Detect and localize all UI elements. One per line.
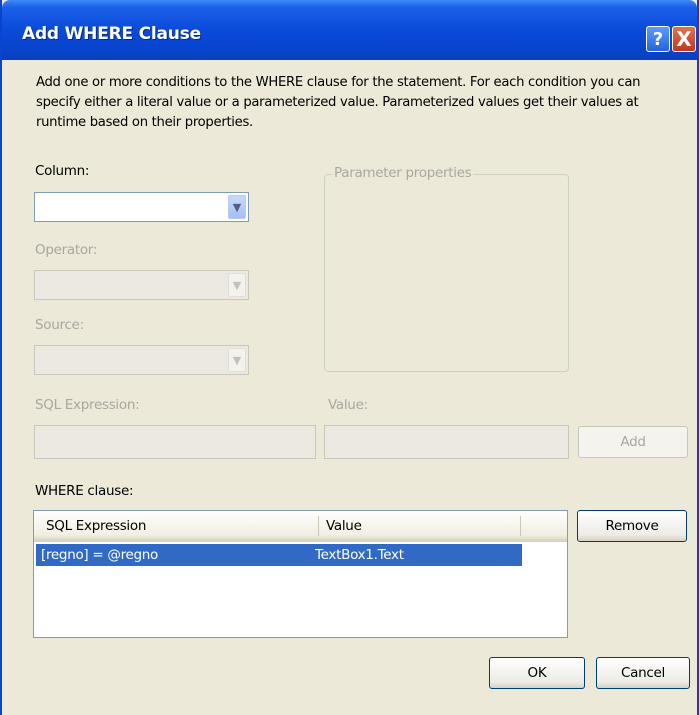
column-divider[interactable] <box>318 516 319 536</box>
close-icon[interactable]: X <box>672 26 696 52</box>
dialog-title: Add WHERE Clause <box>22 24 201 44</box>
parameter-properties-label: Parameter properties <box>332 165 474 181</box>
list-header: SQL Expression Value <box>34 511 567 542</box>
column-label: Column: <box>35 163 90 179</box>
column-dropdown[interactable]: ▼ <box>34 192 249 222</box>
operator-label: Operator: <box>35 242 98 258</box>
parameter-properties-group: Parameter properties <box>324 165 569 372</box>
chevron-down-icon[interactable]: ▼ <box>228 195 246 219</box>
ok-button[interactable]: OK <box>489 657 585 689</box>
column-header-sql-expression[interactable]: SQL Expression <box>46 511 146 541</box>
value-label: Value: <box>328 397 368 413</box>
row-sql-expression: [regno] = @regno <box>41 547 159 563</box>
column-header-value[interactable]: Value <box>326 511 362 541</box>
where-clause-list[interactable]: SQL Expression Value [regno] = @regno Te… <box>33 510 568 638</box>
add-where-clause-dialog: Add WHERE Clause ? X Add one or more con… <box>0 0 699 715</box>
row-value: TextBox1.Text <box>315 547 404 563</box>
add-button[interactable]: Add <box>578 426 688 458</box>
value-field[interactable] <box>324 425 569 459</box>
chevron-down-icon[interactable]: ▼ <box>228 348 246 372</box>
sql-expression-field[interactable] <box>34 425 316 459</box>
dialog-description: Add one or more conditions to the WHERE … <box>36 75 641 130</box>
remove-button[interactable]: Remove <box>577 510 687 542</box>
cancel-button[interactable]: Cancel <box>596 657 690 689</box>
help-icon[interactable]: ? <box>646 26 670 52</box>
list-item[interactable]: [regno] = @regno TextBox1.Text <box>36 544 522 566</box>
where-clause-label: WHERE clause: <box>35 483 134 499</box>
source-label: Source: <box>35 317 84 333</box>
sql-expression-label: SQL Expression: <box>35 397 140 413</box>
source-dropdown[interactable]: ▼ <box>34 345 249 375</box>
chevron-down-icon[interactable]: ▼ <box>228 273 246 297</box>
title-bar[interactable]: Add WHERE Clause ? X <box>2 0 697 60</box>
operator-dropdown[interactable]: ▼ <box>34 270 249 300</box>
column-divider[interactable] <box>520 516 521 536</box>
